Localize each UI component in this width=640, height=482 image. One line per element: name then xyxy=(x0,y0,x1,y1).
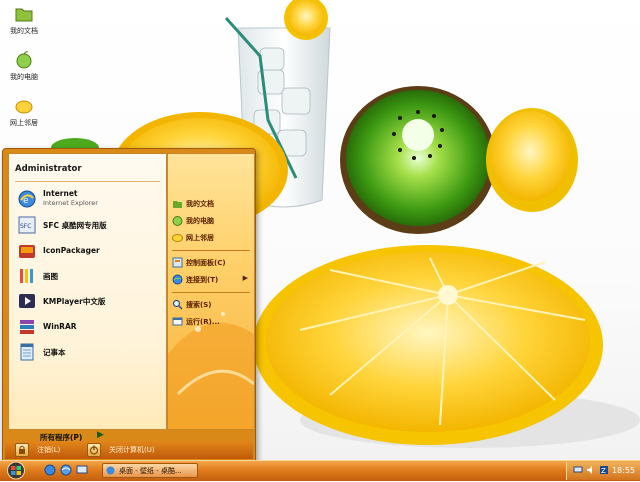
browser-icon xyxy=(106,466,115,475)
program-title: 记事本 xyxy=(43,348,66,357)
svg-text:e: e xyxy=(23,196,29,206)
internet-explorer-icon: e xyxy=(17,189,37,209)
windows-logo-icon xyxy=(7,461,25,480)
divider xyxy=(172,292,250,293)
shutdown-label: 关闭计算机(U) xyxy=(109,446,155,454)
iconpackager-icon xyxy=(17,241,37,261)
my-computer-icon xyxy=(172,215,183,226)
taskbar-window-title: 桌面 - 壁纸 - 桌酷... xyxy=(119,467,182,475)
quicklaunch-desktop-icon[interactable] xyxy=(76,464,88,476)
my-documents-icon xyxy=(172,198,183,209)
program-paint[interactable]: 画图 xyxy=(15,265,165,287)
places-label: 搜索(S) xyxy=(186,301,212,309)
desktop-icon-my-computer[interactable]: 我的电脑 xyxy=(2,50,46,82)
kmplayer-icon xyxy=(17,291,37,311)
connect-to-icon xyxy=(172,274,183,285)
folder-icon xyxy=(14,4,34,24)
program-notepad[interactable]: 记事本 xyxy=(15,341,165,363)
user-name: Administrator xyxy=(15,164,82,174)
program-title: KMPlayer中文版 xyxy=(43,297,106,306)
program-title: 画图 xyxy=(43,272,58,281)
control-panel-icon xyxy=(172,257,183,268)
search-icon xyxy=(172,299,183,310)
places-run[interactable]: 运行(R)... xyxy=(170,314,252,329)
sfc-icon: SFC xyxy=(17,215,37,235)
apple-computer-icon xyxy=(14,50,34,70)
desktop-icon-label: 我的电脑 xyxy=(10,73,38,81)
power-icon xyxy=(87,443,101,457)
lock-icon xyxy=(15,443,29,457)
paint-icon xyxy=(17,266,37,286)
program-title: WinRAR xyxy=(43,322,77,331)
notepad-icon xyxy=(17,342,37,362)
taskbar: 桌面 - 壁纸 - 桌酷... Z 18:55 xyxy=(0,460,640,481)
places-label: 运行(R)... xyxy=(186,318,220,326)
taskbar-window-button[interactable]: 桌面 - 壁纸 - 桌酷... xyxy=(102,463,198,478)
network-places-icon xyxy=(172,232,183,243)
winrar-icon xyxy=(17,317,37,337)
desktop-icon-my-documents[interactable]: 我的文档 xyxy=(2,4,46,36)
arrow-right-icon: ▶ xyxy=(242,274,248,282)
program-sfc[interactable]: SFC SFC 桌酷网专用版 xyxy=(15,214,165,236)
svg-text:SFC: SFC xyxy=(20,223,31,230)
program-title: SFC 桌酷网专用版 xyxy=(43,221,107,230)
program-iconpackager[interactable]: IconPackager xyxy=(15,240,165,262)
places-my-documents[interactable]: 我的文档 xyxy=(170,196,252,211)
places-my-computer[interactable]: 我的电脑 xyxy=(170,213,252,228)
security-tray-icon[interactable]: Z xyxy=(599,465,609,475)
program-title: IconPackager xyxy=(43,246,100,255)
logoff-label: 注销(L) xyxy=(37,446,61,454)
places-network[interactable]: 网上邻居 xyxy=(170,230,252,245)
desktop-icon-label: 网上邻居 xyxy=(10,119,38,127)
places-control-panel[interactable]: 控制面板(C) xyxy=(170,255,252,270)
places-connect-to[interactable]: 连接到(T) ▶ xyxy=(170,272,252,287)
places-label: 我的电脑 xyxy=(186,217,214,225)
places-label: 我的文档 xyxy=(186,200,214,208)
program-title: Internet xyxy=(43,189,78,198)
places-search[interactable]: 搜索(S) xyxy=(170,297,252,312)
lemon-network-icon xyxy=(14,96,34,116)
divider xyxy=(15,181,160,182)
volume-tray-icon[interactable] xyxy=(586,465,596,475)
program-kmplayer[interactable]: KMPlayer中文版 xyxy=(15,290,165,312)
start-menu: Administrator e Internet Internet Explor… xyxy=(2,148,256,462)
svg-text:Z: Z xyxy=(601,467,606,475)
desktop-icon-label: 我的文档 xyxy=(10,27,38,35)
start-menu-programs-pane: Administrator e Internet Internet Explor… xyxy=(8,153,167,430)
quicklaunch-browser-icon[interactable] xyxy=(60,464,72,476)
start-menu-footer: 注销(L) 关闭计算机(U) xyxy=(5,441,253,459)
divider xyxy=(172,250,250,251)
program-internet-explorer[interactable]: e Internet Internet Explorer xyxy=(15,188,165,210)
arrow-right-icon: ▶ xyxy=(97,430,104,440)
quicklaunch-ie-icon[interactable] xyxy=(44,464,56,476)
places-label: 网上邻居 xyxy=(186,234,214,242)
start-button[interactable] xyxy=(2,461,30,480)
places-label: 控制面板(C) xyxy=(186,259,226,267)
system-tray: Z 18:55 xyxy=(566,462,640,480)
places-label: 连接到(T) xyxy=(186,276,219,284)
start-menu-places-pane: 我的文档 我的电脑 网上邻居 控制面板(C) 连接到(T) ▶ 搜索(S) 运行… xyxy=(167,153,255,430)
network-tray-icon[interactable] xyxy=(573,465,583,475)
clock[interactable]: 18:55 xyxy=(612,466,635,475)
desktop-icon-network-places[interactable]: 网上邻居 xyxy=(2,96,46,128)
program-winrar[interactable]: WinRAR xyxy=(15,316,165,338)
program-subtitle: Internet Explorer xyxy=(43,199,98,207)
run-icon xyxy=(172,316,183,327)
